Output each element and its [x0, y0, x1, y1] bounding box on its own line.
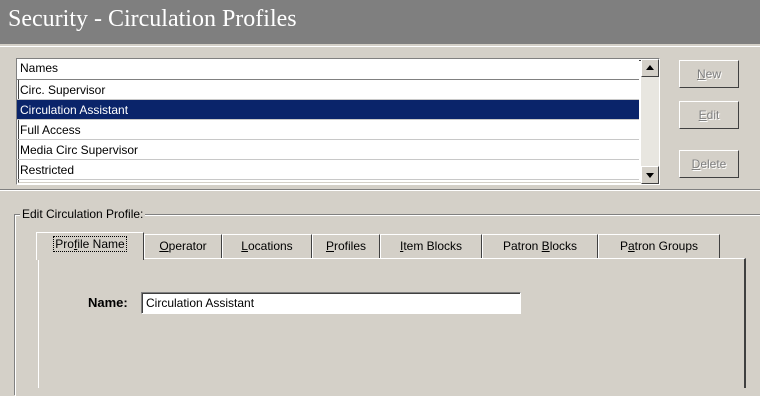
edit-button[interactable]: Edit — [679, 101, 739, 129]
list-item-label: Circ. Supervisor — [20, 83, 106, 97]
title-bar: Security - Circulation Profiles — [0, 0, 760, 44]
list-rows: Circ. Supervisor Circulation Assistant F… — [17, 80, 639, 180]
tab-patron-blocks[interactable]: Patron Blocks — [482, 234, 598, 258]
list-item-label: Full Access — [20, 123, 81, 137]
new-button[interactable]: New — [679, 60, 739, 88]
edit-label-key: E — [698, 108, 707, 122]
window-title: Security - Circulation Profiles — [8, 6, 297, 32]
scroll-up-button[interactable] — [641, 59, 659, 77]
list-scrollbar[interactable] — [641, 59, 659, 184]
list-item[interactable]: Media Circ Supervisor — [17, 140, 639, 160]
tab-profile-name[interactable]: Profile Name — [36, 232, 144, 260]
tab-label-key: O — [159, 239, 169, 253]
tab-label-post: rofiles — [334, 239, 367, 253]
delete-button[interactable]: Delete — [679, 150, 739, 178]
list-header: Names — [17, 59, 639, 80]
list-item-selected[interactable]: Circulation Assistant — [17, 100, 639, 120]
list-item-label: Circulation Assistant — [20, 103, 129, 117]
tab-locations[interactable]: Locations — [222, 234, 312, 258]
tab-panel — [38, 258, 746, 388]
delete-label-post: elete — [700, 157, 727, 171]
profile-names-list[interactable]: Names Circ. Supervisor Circulation Assis… — [16, 58, 660, 185]
list-item[interactable]: Circ. Supervisor — [17, 80, 639, 100]
tab-label-key: P — [325, 239, 334, 253]
tab-patron-groups[interactable]: Patron Groups — [598, 234, 720, 258]
tab-label-post: locks — [549, 239, 578, 253]
tab-label-key: a — [627, 239, 635, 253]
tab-label-post: ocations — [247, 239, 293, 253]
tab-label-key: L — [241, 239, 248, 253]
arrow-down-icon — [646, 173, 654, 178]
tab-profiles[interactable]: Profiles — [312, 234, 380, 258]
tab-operator[interactable]: Operator — [144, 234, 222, 258]
list-item[interactable]: Restricted — [17, 160, 639, 180]
separator-highlight — [0, 190, 760, 191]
tab-label: Profile Name — [53, 236, 127, 252]
tab-label-pre: Patron — [502, 239, 542, 253]
tab-label-pre: P — [619, 239, 628, 253]
tab-label-post: tem Blocks — [403, 239, 463, 253]
delete-label-key: D — [691, 157, 701, 171]
tab-label-pre: Pro — [55, 237, 74, 251]
tab-label-post: tron Groups — [634, 239, 699, 253]
list-item[interactable]: Full Access — [17, 120, 639, 140]
divider — [0, 46, 760, 47]
name-input[interactable] — [141, 292, 521, 314]
name-label: Name: — [88, 295, 128, 310]
tab-label-post: perator — [168, 239, 207, 253]
tab-label-post: ile Name — [77, 237, 125, 251]
list-item-label: Media Circ Supervisor — [20, 143, 139, 157]
new-label-post: ew — [705, 67, 721, 81]
scroll-down-button[interactable] — [641, 166, 659, 184]
arrow-up-icon — [646, 65, 654, 70]
group-label: Edit Circulation Profile: — [20, 207, 146, 221]
new-label-key: N — [696, 67, 706, 81]
tab-item-blocks[interactable]: Item Blocks — [380, 234, 482, 258]
list-item-label: Restricted — [20, 163, 75, 177]
tab-label-key: B — [541, 239, 550, 253]
edit-label-post: dit — [706, 108, 720, 122]
